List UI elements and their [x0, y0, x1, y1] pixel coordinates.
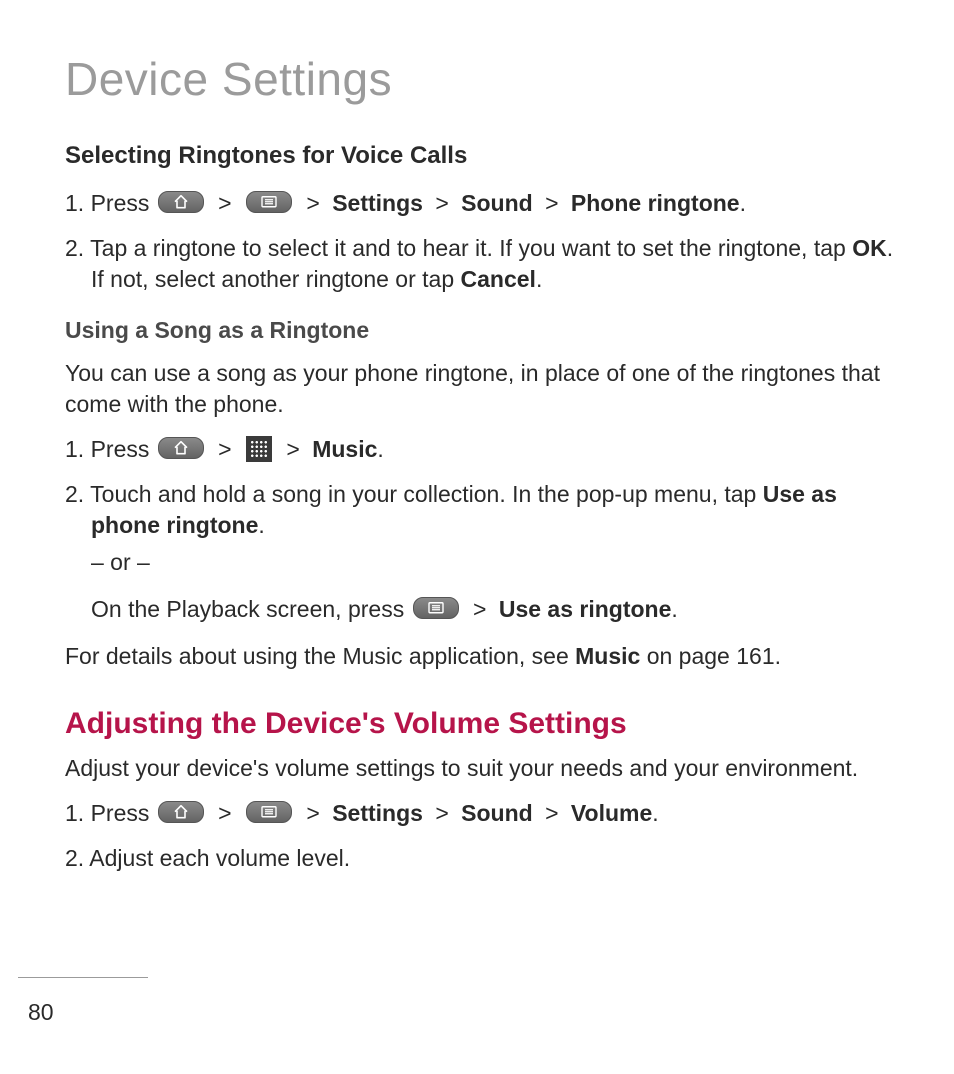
manual-page: Device Settings Selecting Ringtones for …: [0, 0, 954, 1074]
steps-song-ringtone: 1. Press > > Music. 2. Touch and hold a …: [65, 434, 894, 625]
home-button-icon: [158, 191, 204, 213]
nav-music: Music: [312, 436, 377, 462]
or-divider: – or –: [91, 547, 894, 578]
label-use-as-ringtone: Use as ringtone: [499, 596, 672, 622]
step-1: 1. Press > > Settings > Sound > Volume.: [65, 798, 894, 829]
separator: >: [473, 596, 486, 622]
apps-grid-icon: [246, 436, 272, 462]
separator: >: [435, 800, 448, 826]
menu-button-icon: [246, 191, 292, 213]
text: 2. Touch and hold a song in your collect…: [65, 481, 763, 507]
nav-volume: Volume: [571, 800, 652, 826]
nav-settings: Settings: [332, 190, 423, 216]
text: 1. Press: [65, 800, 156, 826]
separator: >: [306, 800, 319, 826]
home-button-icon: [158, 437, 204, 459]
label-cancel: Cancel: [461, 266, 536, 292]
text: .: [377, 436, 383, 462]
heading-volume-settings: Adjusting the Device's Volume Settings: [65, 707, 894, 741]
text: .: [652, 800, 658, 826]
step-1: 1. Press > > Settings > Sound > Phone ri…: [65, 188, 894, 219]
text: .: [536, 266, 542, 292]
text: .: [740, 190, 746, 216]
text: .: [258, 512, 264, 538]
separator: >: [545, 190, 558, 216]
text: on page 161.: [640, 643, 781, 669]
alt-instruction: On the Playback screen, press > Use as r…: [91, 594, 894, 625]
xref-music: Music: [575, 643, 640, 669]
text: .: [671, 596, 677, 622]
nav-settings: Settings: [332, 800, 423, 826]
section-title-ringtones: Selecting Ringtones for Voice Calls: [65, 142, 894, 170]
text: 1. Press: [65, 190, 156, 216]
nav-phone-ringtone: Phone ringtone: [571, 190, 740, 216]
steps-ringtones: 1. Press > > Settings > Sound > Phone ri…: [65, 188, 894, 295]
text: For details about using the Music applic…: [65, 643, 575, 669]
page-number: 80: [28, 999, 54, 1026]
footer-rule: [18, 977, 148, 978]
separator: >: [545, 800, 558, 826]
separator: >: [218, 436, 231, 462]
paragraph: You can use a song as your phone rington…: [65, 358, 894, 420]
step-1: 1. Press > > Music.: [65, 434, 894, 465]
steps-volume: 1. Press > > Settings > Sound > Volume. …: [65, 798, 894, 874]
subheading-song-ringtone: Using a Song as a Ringtone: [65, 317, 894, 344]
separator: >: [435, 190, 448, 216]
paragraph-closing: For details about using the Music applic…: [65, 641, 894, 672]
chapter-title: Device Settings: [65, 52, 894, 106]
home-button-icon: [158, 801, 204, 823]
separator: >: [218, 190, 231, 216]
menu-button-icon: [413, 597, 459, 619]
separator: >: [218, 800, 231, 826]
text: 1. Press: [65, 436, 156, 462]
step-2: 2. Adjust each volume level.: [65, 843, 894, 874]
menu-button-icon: [246, 801, 292, 823]
step-2: 2. Tap a ringtone to select it and to he…: [65, 233, 894, 295]
nav-sound: Sound: [461, 800, 533, 826]
text: 2. Tap a ringtone to select it and to he…: [65, 235, 852, 261]
separator: >: [286, 436, 299, 462]
step-2: 2. Touch and hold a song in your collect…: [65, 479, 894, 625]
label-ok: OK: [852, 235, 887, 261]
separator: >: [306, 190, 319, 216]
nav-sound: Sound: [461, 190, 533, 216]
text: On the Playback screen, press: [91, 596, 411, 622]
paragraph: Adjust your device's volume settings to …: [65, 753, 894, 784]
